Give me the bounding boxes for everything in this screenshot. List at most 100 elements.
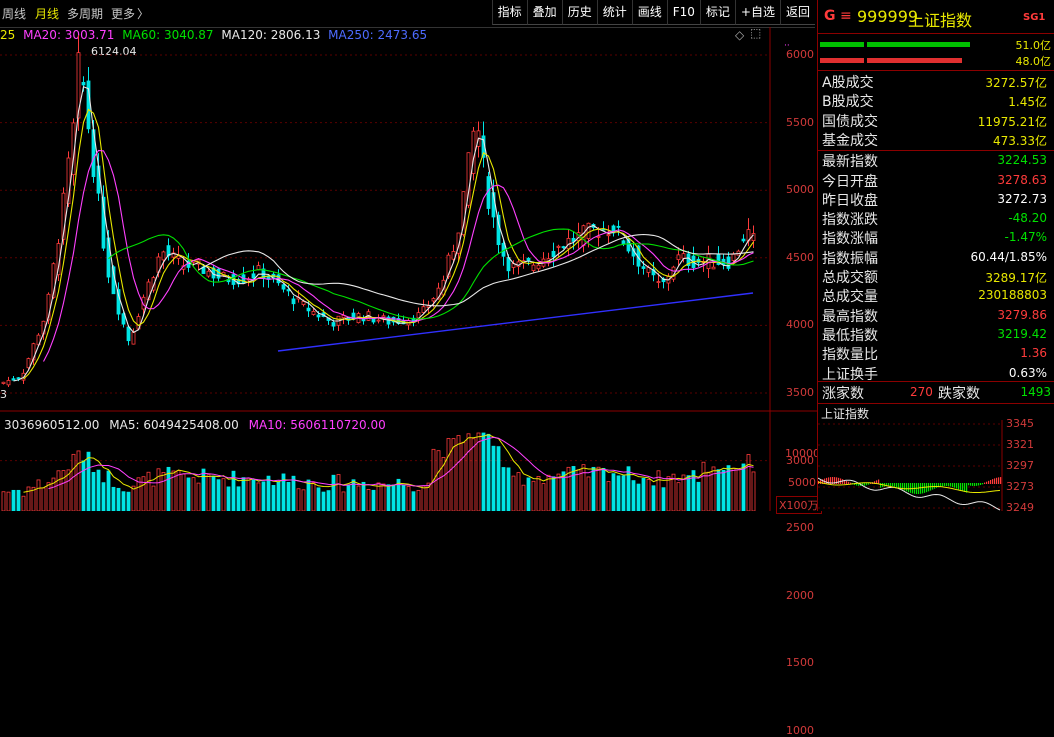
candle-body (656, 281, 661, 283)
volume-bar (596, 466, 601, 511)
candle-body (16, 377, 21, 380)
mini-bar (978, 483, 980, 486)
menu-icon[interactable]: ≡ (840, 8, 852, 24)
volume-bar (246, 477, 251, 511)
volume-bar (86, 451, 91, 511)
volume-bar (206, 474, 211, 511)
volume-bar (731, 467, 736, 511)
vol-ma10-label: MA10: 5606110720.00 (248, 418, 386, 432)
volume-bar (316, 487, 321, 511)
volume-bar (131, 485, 136, 511)
volume-bar (701, 461, 706, 511)
volume-bar (291, 475, 296, 511)
candle-body (596, 236, 601, 238)
volume-bar (346, 485, 351, 511)
candle-body (206, 270, 211, 277)
volume-bar (211, 475, 216, 511)
mini-bar (846, 480, 848, 484)
mini-bar (826, 477, 828, 484)
volume-bar (116, 487, 121, 511)
volume-bar (196, 482, 201, 511)
price-tick: 6000 (786, 48, 814, 61)
candle-body (731, 253, 736, 261)
volume-bar (241, 477, 246, 511)
mini-bar (922, 483, 924, 494)
stock-name: 上证指数 (908, 11, 973, 30)
quote-row-label: 指数涨幅 (822, 231, 878, 248)
panel-header: G ≡ 999999 上证指数 SG1 (818, 0, 1054, 34)
quote-row-value: -48.20 (1008, 211, 1047, 226)
sell-bar-1 (820, 58, 864, 63)
down-count-label: 跌家数 (938, 386, 980, 402)
volume-bar (541, 483, 546, 511)
volume-bar (551, 476, 556, 511)
quote-row-label: 昨日收盘 (822, 192, 878, 209)
vol-tick-10000: 10000 (785, 447, 820, 460)
candle-body (586, 222, 591, 240)
volume-bar (36, 479, 41, 511)
sell-bar-2 (867, 58, 962, 63)
volume-bar (41, 487, 46, 511)
mini-bar (992, 479, 994, 484)
quote-row-value: 3278.63 (997, 172, 1047, 187)
quote-row: A股成交 3272.57亿 (818, 72, 1051, 91)
mini-bar (880, 483, 882, 488)
candle-body (81, 81, 86, 86)
mini-bar (944, 483, 946, 487)
volume-bar (136, 477, 141, 511)
quote-row-label: 最低指数 (822, 327, 878, 344)
mini-bar (878, 479, 880, 484)
volume-bar (631, 480, 636, 511)
mini-bar (896, 483, 898, 488)
quote-panel: G ≡ 999999 上证指数 SG1 51.0亿 48.0亿 A股成交 3272… (817, 0, 1054, 514)
quote-row-label: 最高指数 (822, 308, 878, 325)
volume-bar (511, 475, 516, 511)
quote-row-value: 11975.21亿 (977, 114, 1047, 129)
candle-body (556, 245, 561, 248)
quote-row: 指数量比 1.36 (818, 344, 1051, 363)
volume-bar (611, 473, 616, 511)
quote-row-value: 1.45亿 (1008, 95, 1047, 110)
volume-bar (16, 489, 21, 511)
mini-bar (958, 483, 960, 490)
volume-bar (416, 489, 421, 511)
volume-bar (341, 491, 346, 511)
volume-bar (386, 484, 391, 511)
quote-row-value: 60.44/1.85% (970, 249, 1047, 264)
volume-bar (496, 446, 501, 511)
quote-row-label: 国债成交 (822, 113, 878, 130)
volume-bar (21, 495, 26, 511)
candle-body (161, 251, 166, 261)
quote-row-value: 3219.42 (997, 326, 1047, 341)
volume-bar (746, 454, 751, 511)
quote-row: 基金成交 473.33亿 (818, 130, 1051, 149)
volume-bar (146, 471, 151, 511)
volume-bar (591, 466, 596, 511)
mini-bar (936, 483, 938, 488)
volume-bar (151, 485, 156, 511)
mini-bar (934, 483, 936, 489)
volume-bar (6, 491, 11, 511)
volume-bar (301, 489, 306, 511)
mini-bar (946, 483, 948, 487)
quote-row: 最新指数 3224.53 (818, 151, 1051, 170)
mini-tick: 3273 (1006, 480, 1034, 493)
buy-bar-2 (867, 42, 970, 47)
candle-body (616, 225, 621, 228)
candle-body (316, 314, 321, 318)
volume-legend: 3036960512.00 MA5: 6049425408.00 MA10: 5… (4, 418, 386, 432)
volume-bar (621, 475, 626, 511)
candle-body (291, 298, 296, 305)
badge-g: G (824, 8, 836, 24)
mini-bar (908, 483, 910, 493)
mini-bar (890, 483, 892, 487)
quote-row-value: 230188803 (978, 288, 1047, 303)
mini-bar (996, 477, 998, 484)
candle-body (421, 306, 426, 313)
candle-body (376, 319, 381, 322)
price-tick: 1500 (786, 656, 814, 670)
volume-bar (461, 441, 466, 511)
volume-bar (576, 469, 581, 511)
candle-body (216, 268, 221, 279)
kline-chart[interactable]: ·· (0, 0, 817, 511)
